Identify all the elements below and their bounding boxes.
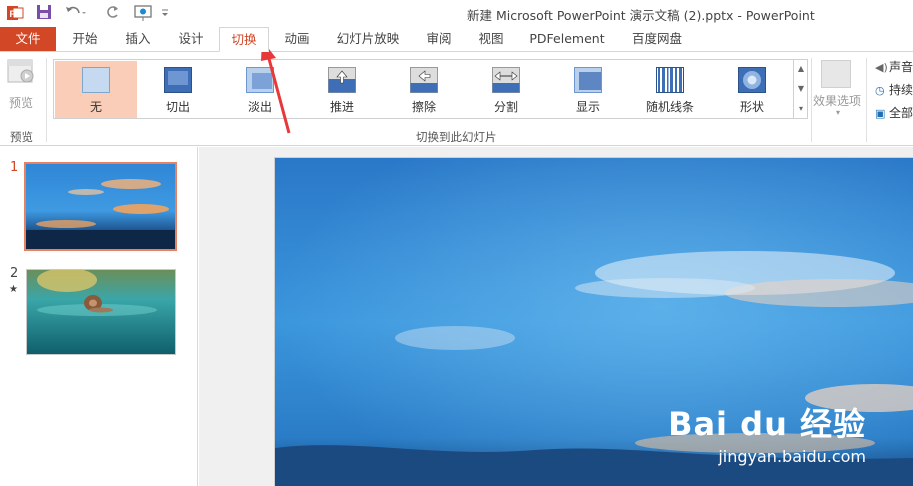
annotation-arrow	[261, 40, 291, 134]
tab-transitions[interactable]: 切换	[219, 27, 269, 52]
